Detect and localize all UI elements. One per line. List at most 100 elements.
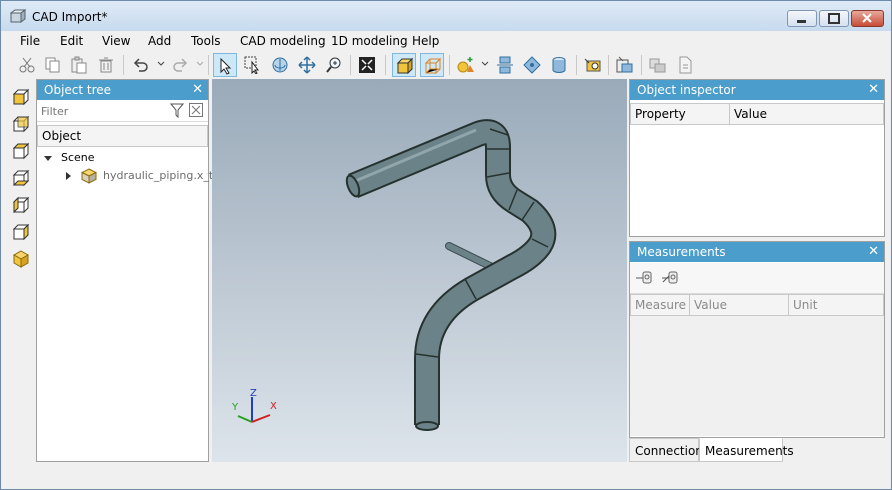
export-button[interactable]: [646, 53, 670, 77]
object-tree-header: Object tree ✕: [37, 80, 208, 100]
axis-label-y: Y: [232, 402, 239, 413]
axis-triad: [237, 397, 271, 423]
tab-measurements[interactable]: Measurements: [699, 438, 794, 462]
cylinder-button[interactable]: [547, 53, 571, 77]
solid-view-button[interactable]: [392, 53, 416, 77]
measure-button[interactable]: [581, 53, 605, 77]
tree-item-scene[interactable]: Scene: [37, 151, 208, 167]
filter-input[interactable]: [39, 103, 163, 119]
menu-1d-modeling[interactable]: 1D modeling: [331, 34, 408, 48]
title-bar: CAD Import*: [1, 1, 891, 31]
menu-view[interactable]: View: [102, 34, 130, 48]
close-button[interactable]: [851, 10, 884, 27]
minimize-icon: [797, 20, 806, 23]
unit-column-header[interactable]: Unit: [788, 294, 884, 316]
copy-icon: [45, 57, 60, 73]
object-tree-panel: Object tree ✕ Object Scene hydraulic_pip…: [36, 79, 213, 462]
value-column-header[interactable]: Value: [729, 103, 884, 125]
left-tool-strip: [7, 81, 35, 281]
measurements-list: [630, 316, 884, 436]
copy-button[interactable]: [41, 53, 65, 77]
redo-icon: [173, 58, 188, 72]
3d-viewport[interactable]: Z X Y: [212, 79, 627, 462]
object-tree-title: Object tree: [44, 83, 112, 97]
measure-column-header[interactable]: Measure: [630, 294, 690, 316]
toolbar-separator: [350, 55, 351, 75]
pan-button[interactable]: [295, 53, 319, 77]
object-inspector-header: Object inspector ✕: [630, 80, 884, 100]
export-icon: [649, 58, 666, 73]
menu-tools[interactable]: Tools: [191, 34, 221, 48]
paste-button[interactable]: [67, 53, 91, 77]
menu-help[interactable]: Help: [412, 34, 439, 48]
menu-file[interactable]: File: [20, 34, 40, 48]
menu-bar: File Edit View Add Tools CAD modeling 1D…: [1, 31, 891, 51]
property-column-header[interactable]: Property: [630, 103, 730, 125]
funnel-icon[interactable]: [170, 103, 184, 118]
axis-label-z: Z: [250, 388, 257, 399]
pan-icon: [298, 56, 316, 74]
add-shape-button[interactable]: [454, 53, 478, 77]
select-icon: [220, 57, 232, 75]
cube-view-front-icon[interactable]: [12, 88, 30, 106]
tab-connections[interactable]: Connections: [629, 438, 709, 462]
cube-view-isometric-icon[interactable]: [12, 250, 30, 268]
document-button[interactable]: [673, 53, 697, 77]
minimize-button[interactable]: [787, 10, 817, 27]
window-title: CAD Import*: [32, 10, 108, 24]
cube-view-top-icon[interactable]: [12, 142, 30, 160]
toolbar-separator: [608, 55, 609, 75]
cube-view-bottom-icon[interactable]: [12, 169, 30, 187]
undo-dropdown-chevron-icon[interactable]: [157, 59, 165, 69]
align-button[interactable]: [493, 53, 517, 77]
menu-cad-modeling[interactable]: CAD modeling: [240, 34, 326, 48]
add-distance-measure-icon[interactable]: [635, 269, 653, 287]
maximize-button[interactable]: [819, 10, 849, 27]
rotate-icon: [272, 57, 288, 73]
wireframe-view-button[interactable]: [420, 53, 444, 77]
rotate-button[interactable]: [268, 53, 292, 77]
snap-button[interactable]: [520, 53, 544, 77]
fit-icon: [359, 57, 375, 73]
close-icon[interactable]: ✕: [192, 82, 203, 97]
tree-item-hydraulic-piping[interactable]: hydraulic_piping.x_t: [37, 167, 213, 185]
close-icon[interactable]: ✕: [868, 82, 879, 97]
solid-view-icon: [396, 57, 414, 75]
object-column-header[interactable]: Object: [37, 125, 208, 147]
add-angle-measure-icon[interactable]: [661, 269, 679, 287]
cube-view-right-icon[interactable]: [12, 223, 30, 241]
redo-dropdown-chevron-icon[interactable]: [196, 59, 204, 69]
import-button[interactable]: [613, 53, 637, 77]
part-icon: [81, 168, 97, 184]
cube-view-back-icon[interactable]: [12, 115, 30, 133]
toolbar-separator: [576, 55, 577, 75]
cut-icon: [19, 57, 35, 73]
menu-add[interactable]: Add: [148, 34, 171, 48]
object-inspector-title: Object inspector: [637, 83, 736, 97]
main-toolbar: [1, 51, 891, 79]
wireframe-view-icon: [424, 57, 442, 75]
delete-button[interactable]: [94, 53, 118, 77]
fit-view-button[interactable]: [355, 53, 379, 77]
cube-view-left-icon[interactable]: [12, 196, 30, 214]
measurements-panel: Measurements ✕ Measure Value Unit: [629, 241, 885, 438]
cut-button[interactable]: [15, 53, 39, 77]
cylinder-icon: [552, 57, 566, 73]
expanded-arrow-icon[interactable]: [44, 155, 52, 163]
select-button[interactable]: [213, 53, 237, 77]
add-shape-dropdown-chevron-icon[interactable]: [481, 59, 489, 69]
close-icon[interactable]: ✕: [868, 244, 879, 259]
measurements-title: Measurements: [637, 245, 726, 259]
menu-edit[interactable]: Edit: [60, 34, 83, 48]
box-select-button[interactable]: [241, 53, 265, 77]
zoom-button[interactable]: [322, 53, 346, 77]
maximize-icon: [828, 13, 840, 24]
collapsed-arrow-icon[interactable]: [65, 172, 73, 180]
redo-button[interactable]: [168, 53, 192, 77]
close-icon: [862, 13, 872, 23]
clear-filter-icon[interactable]: [189, 103, 203, 118]
measure-value-column-header[interactable]: Value: [689, 294, 789, 316]
measurements-toolbar: [630, 263, 884, 294]
undo-button[interactable]: [129, 53, 153, 77]
undo-icon: [133, 58, 148, 72]
